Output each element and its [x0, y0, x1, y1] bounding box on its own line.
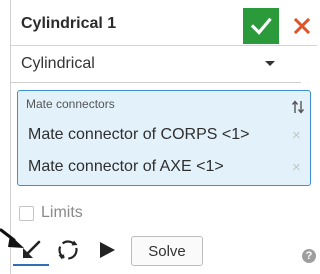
mate-type-dropdown[interactable]: Cylindrical — [11, 46, 301, 83]
accept-button[interactable] — [243, 8, 279, 44]
mate-connector-label: Mate connector of AXE <1> — [28, 158, 224, 175]
mate-type-value: Cylindrical — [21, 55, 95, 72]
mate-connectors-label: Mate connectors — [26, 97, 115, 111]
mate-feature-dialog: Cylindrical 1 Cylindrical Mate connector… — [10, 0, 317, 274]
help-icon[interactable]: ? — [302, 249, 316, 263]
mate-connector-label: Mate connector of CORPS <1> — [28, 126, 250, 143]
remove-connector-icon[interactable]: × — [292, 159, 301, 176]
remove-connector-icon[interactable]: × — [292, 127, 301, 144]
mate-connector-item[interactable]: Mate connector of AXE <1> × — [18, 153, 310, 183]
limits-label: Limits — [41, 204, 83, 221]
rotate-icon[interactable] — [55, 237, 81, 263]
chevron-down-icon — [265, 61, 275, 66]
pointer-arrow-icon — [0, 228, 24, 248]
close-icon — [294, 18, 310, 34]
mate-toolbar: Solve — [11, 234, 317, 268]
active-tab-indicator — [13, 264, 49, 266]
solve-button[interactable]: Solve — [131, 236, 203, 266]
dialog-header: Cylindrical 1 — [11, 5, 317, 46]
dialog-title: Cylindrical 1 — [21, 15, 117, 32]
mate-connectors-field[interactable]: Mate connectors Mate connector of CORPS … — [17, 90, 311, 186]
sort-arrows-icon[interactable] — [291, 99, 305, 115]
check-icon — [250, 17, 272, 35]
play-icon[interactable] — [97, 240, 117, 260]
mate-connector-item[interactable]: Mate connector of CORPS <1> × — [18, 121, 310, 151]
cancel-button[interactable] — [289, 12, 315, 40]
limits-checkbox[interactable] — [19, 206, 34, 221]
